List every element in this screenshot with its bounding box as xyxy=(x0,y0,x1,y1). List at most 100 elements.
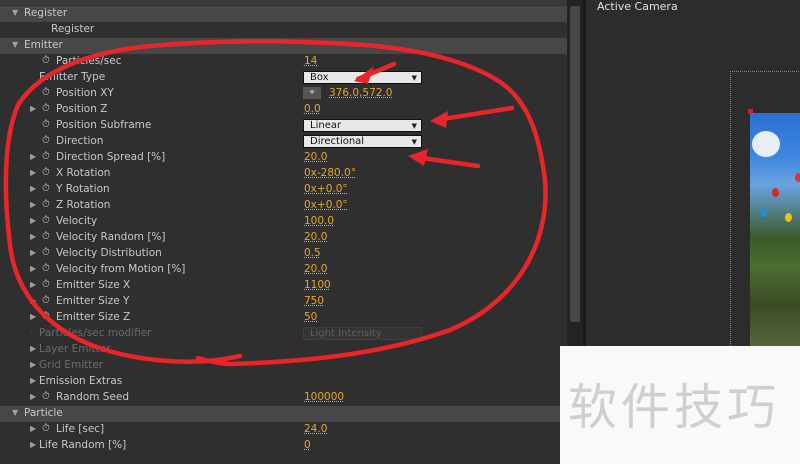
stopwatch-icon[interactable]: ⏱ xyxy=(42,199,50,210)
expand-triangle-icon[interactable]: ▶ xyxy=(30,344,36,353)
expand-triangle-icon[interactable]: ▶ xyxy=(30,200,36,209)
param-row-emitter-type[interactable]: Emitter Type Box ▼ xyxy=(0,70,567,86)
expand-triangle-icon[interactable]: ▶ xyxy=(30,296,36,305)
param-row-particles-sec[interactable]: ⏱ Particles/sec 14 xyxy=(0,54,567,70)
expand-triangle-icon[interactable]: ▶ xyxy=(30,424,36,433)
expand-triangle-icon[interactable]: ▶ xyxy=(30,360,36,369)
param-value[interactable]: 0x+0.0° xyxy=(304,199,348,211)
stopwatch-icon[interactable]: ⏱ xyxy=(42,423,50,434)
expand-triangle-icon[interactable]: ▶ xyxy=(30,312,36,321)
param-row-x-rotation[interactable]: ▶ ⏱ X Rotation 0x-280.0° xyxy=(0,166,567,182)
stopwatch-icon[interactable]: ⏱ xyxy=(42,183,50,194)
group-particle[interactable]: ▼ Particle xyxy=(0,406,567,422)
param-value[interactable]: 0x+0.0° xyxy=(304,183,348,195)
param-label: Position Subframe xyxy=(56,119,152,131)
expand-triangle-icon[interactable]: ▶ xyxy=(30,376,36,385)
balloon-shape xyxy=(760,208,767,217)
param-row-z-rotation[interactable]: ▶ ⏱ Z Rotation 0x+0.0° xyxy=(0,198,567,214)
param-label: X Rotation xyxy=(56,167,111,179)
param-dropdown[interactable]: Directional ▼ xyxy=(303,135,422,148)
param-value[interactable]: 0x-280.0° xyxy=(304,167,356,179)
stopwatch-icon[interactable]: ⏱ xyxy=(42,263,50,274)
param-value[interactable]: 20.0 xyxy=(304,151,327,163)
param-row-velocity-distribution[interactable]: ▶ ⏱ Velocity Distribution 0.5 xyxy=(0,246,567,262)
point-picker-icon[interactable]: ⌖ xyxy=(303,87,321,99)
stopwatch-icon[interactable]: ⏱ xyxy=(42,103,50,114)
param-value[interactable]: 100.0 xyxy=(304,215,334,227)
param-row-layer-emitter[interactable]: ▶ Layer Emitter xyxy=(0,342,567,358)
dropdown-value: Light Intensity xyxy=(310,328,382,339)
group-register[interactable]: ▼ Register xyxy=(0,6,567,22)
param-row-y-rotation[interactable]: ▶ ⏱ Y Rotation 0x+0.0° xyxy=(0,182,567,198)
param-value[interactable]: 0 xyxy=(304,439,311,451)
param-value[interactable]: 14 xyxy=(304,55,317,67)
param-row-emitter-size-x[interactable]: ▶ ⏱ Emitter Size X 1100 xyxy=(0,278,567,294)
param-row-random-seed[interactable]: ▶ ⏱ Random Seed 100000 xyxy=(0,390,567,406)
expand-triangle-icon[interactable]: ▶ xyxy=(30,264,36,273)
expand-triangle-icon[interactable]: ▶ xyxy=(30,248,36,257)
param-row-grid-emitter[interactable]: ▶ Grid Emitter xyxy=(0,358,567,374)
stopwatch-icon[interactable]: ⏱ xyxy=(42,215,50,226)
stopwatch-icon[interactable]: ⏱ xyxy=(42,311,50,322)
param-label: Grid Emitter xyxy=(39,359,104,371)
param-value[interactable]: 50 xyxy=(304,311,317,323)
param-row-velocity[interactable]: ▶ ⏱ Velocity 100.0 xyxy=(0,214,567,230)
expand-triangle-icon[interactable]: ▶ xyxy=(30,216,36,225)
param-row-life-sec[interactable]: ▶ ⏱ Life [sec] 24.0 xyxy=(0,422,567,438)
param-row-direction[interactable]: ⏱ Direction Directional ▼ xyxy=(0,134,567,150)
param-row-life-random[interactable]: ▶ Life Random [%] 0 xyxy=(0,438,567,454)
param-dropdown[interactable]: Box ▼ xyxy=(303,71,422,84)
stopwatch-icon[interactable]: ⏱ xyxy=(42,279,50,290)
stopwatch-icon[interactable]: ⏱ xyxy=(42,87,50,98)
stopwatch-icon[interactable]: ⏱ xyxy=(42,167,50,178)
point-value[interactable]: 376.0,572.0 xyxy=(329,87,392,99)
stopwatch-icon[interactable]: ⏱ xyxy=(42,231,50,242)
param-dropdown[interactable]: Linear ▼ xyxy=(303,119,422,132)
param-value[interactable]: 20.0 xyxy=(304,263,327,275)
expand-triangle-icon[interactable]: ▶ xyxy=(30,440,36,449)
expand-triangle-icon[interactable]: ▶ xyxy=(30,168,36,177)
param-row-position-z[interactable]: ▶ ⏱ Position Z 0.0 xyxy=(0,102,567,118)
param-value[interactable]: 24.0 xyxy=(304,423,327,435)
expand-triangle-icon[interactable]: ▶ xyxy=(30,232,36,241)
stopwatch-icon[interactable]: ⏱ xyxy=(42,119,50,130)
param-row-register[interactable]: Register xyxy=(0,22,567,38)
expand-triangle-icon[interactable]: ▶ xyxy=(30,104,36,113)
param-row-emitter-size-y[interactable]: ▶ ⏱ Emitter Size Y 750 xyxy=(0,294,567,310)
expand-triangle-icon[interactable]: ▶ xyxy=(30,280,36,289)
param-row-velocity-from-motion[interactable]: ▶ ⏱ Velocity from Motion [%] 20.0 xyxy=(0,262,567,278)
param-value[interactable]: 1100 xyxy=(304,279,331,291)
param-value[interactable]: 20.0 xyxy=(304,231,327,243)
param-row-position-xy[interactable]: ⏱ Position XY ⌖ 376.0,572.0 xyxy=(0,86,567,102)
param-row-position-subframe[interactable]: ⏱ Position Subframe Linear ▼ xyxy=(0,118,567,134)
group-emitter[interactable]: ▼ Emitter xyxy=(0,38,567,54)
scrollbar-thumb[interactable] xyxy=(570,6,580,322)
stopwatch-icon[interactable]: ⏱ xyxy=(42,151,50,162)
param-label: Emitter Size Y xyxy=(56,295,130,307)
param-value[interactable]: 0.5 xyxy=(304,247,321,259)
param-value[interactable]: 750 xyxy=(304,295,324,307)
expand-triangle-icon[interactable]: ▶ xyxy=(30,184,36,193)
expand-triangle-icon[interactable]: ▶ xyxy=(30,392,36,401)
param-row-direction-spread[interactable]: ▶ ⏱ Direction Spread [%] 20.0 xyxy=(0,150,567,166)
expand-triangle-icon[interactable]: ▶ xyxy=(30,152,36,161)
stopwatch-icon[interactable]: ⏱ xyxy=(42,135,50,146)
disclosure-triangle-icon[interactable]: ▼ xyxy=(12,8,18,17)
disclosure-triangle-icon[interactable]: ▼ xyxy=(12,408,18,417)
param-row-emitter-size-z[interactable]: ▶ ⏱ Emitter Size Z 50 xyxy=(0,310,567,326)
stopwatch-icon[interactable]: ⏱ xyxy=(42,295,50,306)
param-label: Velocity from Motion [%] xyxy=(56,263,186,275)
effect-controls-panel: ▼ Register Register ▼ Emitter ⏱ Particles/sec 1… xyxy=(0,0,567,464)
stopwatch-icon[interactable]: ⏱ xyxy=(42,247,50,258)
param-label: Random Seed xyxy=(56,391,130,403)
param-row-emission-extras[interactable]: ▶ Emission Extras xyxy=(0,374,567,390)
param-row-velocity-random[interactable]: ▶ ⏱ Velocity Random [%] 20.0 xyxy=(0,230,567,246)
param-row-particles-sec-modifier[interactable]: - Particles/sec modifier Light Intensity xyxy=(0,326,567,342)
param-value[interactable]: 100000 xyxy=(304,391,344,403)
disclosure-triangle-icon[interactable]: ▼ xyxy=(12,40,18,49)
stopwatch-icon[interactable]: ⏱ xyxy=(42,391,50,402)
watermark: 软件技巧 xyxy=(560,346,800,464)
stopwatch-icon[interactable]: ⏱ xyxy=(42,55,50,66)
param-value[interactable]: 0.0 xyxy=(304,103,321,115)
balloon-shape xyxy=(772,188,779,197)
